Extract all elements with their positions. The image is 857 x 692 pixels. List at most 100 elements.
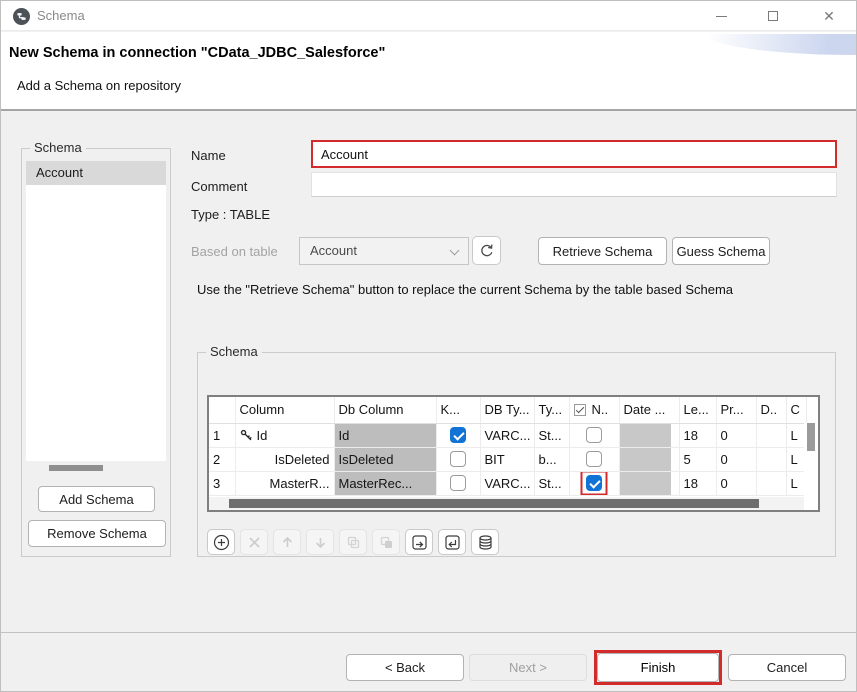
precision-cell[interactable]: 0: [716, 471, 756, 495]
name-input[interactable]: [311, 140, 837, 168]
minimize-button[interactable]: [701, 1, 741, 31]
precision-cell[interactable]: 0: [716, 423, 756, 447]
scrollbar-thumb[interactable]: [229, 499, 759, 508]
guess-schema-button[interactable]: Guess Schema: [672, 237, 770, 265]
based-on-table-select[interactable]: Account: [299, 237, 469, 265]
nullable-header-label: N..: [592, 402, 609, 417]
table-header-row: Column Db Column K... DB Ty... Ty... N..…: [209, 397, 806, 423]
date-pattern-cell[interactable]: [619, 471, 679, 495]
retrieve-note: Use the "Retrieve Schema" button to repl…: [197, 282, 827, 297]
table-hscrollbar[interactable]: [209, 497, 804, 510]
nullable-cell[interactable]: [569, 447, 619, 471]
db-type-cell[interactable]: VARC...: [480, 471, 534, 495]
db-type-cell[interactable]: BIT: [480, 447, 534, 471]
key-checkbox[interactable]: [450, 475, 466, 491]
col-header-date[interactable]: Date ...: [619, 397, 679, 423]
table-row[interactable]: 1 Id Id VARC... St...: [209, 423, 806, 447]
finish-button[interactable]: Finish: [597, 653, 719, 682]
key-checkbox[interactable]: [450, 451, 466, 467]
copy-button[interactable]: [339, 529, 367, 555]
nullable-cell[interactable]: [569, 471, 619, 495]
schema-list-item-account[interactable]: Account: [26, 161, 166, 185]
table-row[interactable]: 3 MasterR... MasterRec... VARC... St... …: [209, 471, 806, 495]
next-button[interactable]: Next >: [469, 654, 587, 681]
column-cell[interactable]: MasterR...: [235, 471, 334, 495]
comment-cell[interactable]: L: [786, 447, 806, 471]
type-cell[interactable]: St...: [534, 471, 569, 495]
add-row-button[interactable]: [207, 529, 235, 555]
retrieve-schema-button[interactable]: Retrieve Schema: [538, 237, 667, 265]
col-header-comment[interactable]: C: [786, 397, 806, 423]
minimize-icon: [716, 16, 727, 17]
col-header-length[interactable]: Le...: [679, 397, 716, 423]
arrow-down-icon: [313, 535, 328, 550]
length-cell[interactable]: 5: [679, 447, 716, 471]
type-cell[interactable]: b...: [534, 447, 569, 471]
paste-icon: [379, 535, 394, 550]
add-schema-button[interactable]: Add Schema: [38, 486, 155, 512]
finish-highlight-box: Finish: [594, 650, 722, 685]
scrollbar-thumb[interactable]: [49, 465, 103, 471]
comment-input[interactable]: [311, 172, 837, 197]
wizard-header: New Schema in connection "CData_JDBC_Sal…: [1, 32, 856, 111]
export-button[interactable]: [405, 529, 433, 555]
precision-cell[interactable]: 0: [716, 447, 756, 471]
maximize-icon: [768, 11, 778, 21]
col-header-default[interactable]: D..: [756, 397, 786, 423]
nullable-checkbox[interactable]: [586, 427, 602, 443]
table-row[interactable]: 2 IsDeleted IsDeleted BIT b... 5 0 L: [209, 447, 806, 471]
table-vscrollbar[interactable]: [804, 423, 818, 497]
type-cell[interactable]: St...: [534, 423, 569, 447]
db-column-cell[interactable]: MasterRec...: [334, 471, 436, 495]
nullable-checkbox[interactable]: [586, 451, 602, 467]
database-button[interactable]: [471, 529, 499, 555]
col-header-db-type[interactable]: DB Ty...: [480, 397, 534, 423]
nullable-header-checkbox[interactable]: [574, 404, 586, 416]
db-type-cell[interactable]: VARC...: [480, 423, 534, 447]
default-cell[interactable]: [756, 447, 786, 471]
nullable-checkbox[interactable]: [586, 475, 602, 491]
import-button[interactable]: [438, 529, 466, 555]
scrollbar-thumb[interactable]: [807, 423, 815, 451]
close-button[interactable]: ✕: [809, 1, 849, 31]
col-header-key[interactable]: K...: [436, 397, 480, 423]
key-checkbox[interactable]: [450, 427, 466, 443]
key-cell[interactable]: [436, 471, 480, 495]
col-header-nullable[interactable]: N..: [569, 397, 619, 423]
col-header-column[interactable]: Column: [235, 397, 334, 423]
date-pattern-placeholder: [620, 448, 671, 471]
move-down-button[interactable]: [306, 529, 334, 555]
key-cell[interactable]: [436, 447, 480, 471]
date-pattern-cell[interactable]: [619, 447, 679, 471]
schema-list-group-label: Schema: [30, 140, 86, 155]
cancel-button[interactable]: Cancel: [728, 654, 846, 681]
key-cell[interactable]: [436, 423, 480, 447]
remove-schema-button[interactable]: Remove Schema: [28, 520, 166, 547]
comment-cell[interactable]: L: [786, 471, 806, 495]
length-cell[interactable]: 18: [679, 423, 716, 447]
schema-table: Column Db Column K... DB Ty... Ty... N..…: [209, 397, 807, 496]
column-cell[interactable]: IsDeleted: [235, 447, 334, 471]
default-cell[interactable]: [756, 471, 786, 495]
default-cell[interactable]: [756, 423, 786, 447]
wizard-subtitle: Add a Schema on repository: [17, 78, 181, 93]
column-cell[interactable]: Id: [235, 423, 334, 447]
nullable-cell[interactable]: [569, 423, 619, 447]
schema-list[interactable]: Account: [26, 161, 166, 461]
schema-list-hscrollbar[interactable]: [26, 465, 166, 472]
date-pattern-cell[interactable]: [619, 423, 679, 447]
maximize-button[interactable]: [753, 1, 793, 31]
based-on-table-value: Account: [310, 243, 357, 258]
db-column-cell[interactable]: Id: [334, 423, 436, 447]
length-cell[interactable]: 18: [679, 471, 716, 495]
paste-button[interactable]: [372, 529, 400, 555]
move-up-button[interactable]: [273, 529, 301, 555]
refresh-tables-button[interactable]: [472, 236, 501, 265]
back-button[interactable]: < Back: [346, 654, 464, 681]
comment-cell[interactable]: L: [786, 423, 806, 447]
col-header-type[interactable]: Ty...: [534, 397, 569, 423]
col-header-precision[interactable]: Pr...: [716, 397, 756, 423]
col-header-db-column[interactable]: Db Column: [334, 397, 436, 423]
remove-row-button[interactable]: [240, 529, 268, 555]
db-column-cell[interactable]: IsDeleted: [334, 447, 436, 471]
